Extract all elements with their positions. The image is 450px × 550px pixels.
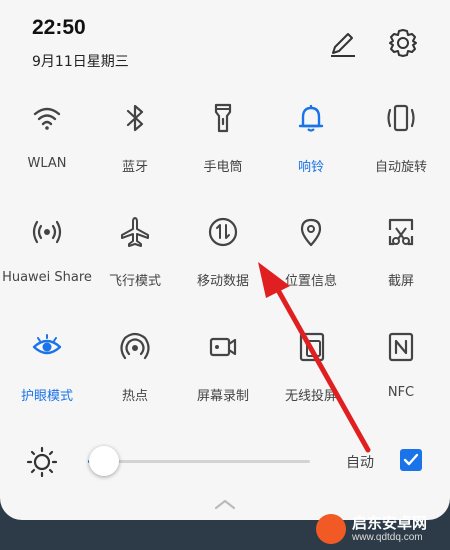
- bluetooth-icon: [115, 98, 155, 138]
- watermark-url: www.qdtdq.com: [352, 532, 423, 543]
- tile-hotspot[interactable]: 热点: [90, 325, 180, 417]
- brightness-slider-track[interactable]: [88, 460, 310, 463]
- tile-wireless-projection[interactable]: 无线投屏: [266, 325, 356, 417]
- clock-time: 22:50: [32, 16, 86, 39]
- tile-label: NFC: [387, 385, 415, 400]
- watermark-logo-icon: [316, 514, 346, 544]
- tile-huawei-share[interactable]: Huawei Share: [2, 210, 92, 302]
- eye-icon: [27, 327, 67, 367]
- screen-record-icon: [203, 327, 243, 367]
- bell-icon: [291, 98, 331, 138]
- tile-flashlight[interactable]: 手电筒: [178, 96, 268, 188]
- chevron-up-icon[interactable]: [212, 496, 238, 510]
- tile-eye-comfort[interactable]: 护眼模式: [2, 325, 92, 417]
- location-icon: [291, 212, 331, 252]
- auto-brightness-checkbox[interactable]: [400, 449, 422, 471]
- brightness-slider-thumb[interactable]: [88, 446, 119, 476]
- gear-icon[interactable]: [386, 26, 420, 60]
- mobile-data-icon: [203, 212, 243, 252]
- tile-wlan[interactable]: WLAN: [2, 96, 92, 188]
- auto-brightness-label: 自动: [346, 455, 374, 471]
- flashlight-icon: [203, 98, 243, 138]
- watermark-title: 启东安卓网: [352, 514, 428, 532]
- nfc-icon: [381, 327, 421, 367]
- tile-nfc[interactable]: NFC: [356, 325, 446, 417]
- pencil-icon[interactable]: [326, 26, 360, 60]
- wireless-projection-icon: [291, 327, 331, 367]
- tile-bluetooth[interactable]: 蓝牙: [90, 96, 180, 188]
- airplane-icon: [115, 212, 155, 252]
- tile-auto-rotate[interactable]: 自动旋转: [356, 96, 446, 188]
- tile-mobile-data[interactable]: 移动数据: [178, 210, 268, 302]
- tile-screen-record[interactable]: 屏幕录制: [178, 325, 268, 417]
- tile-label: 自动旋转: [374, 160, 427, 175]
- tile-screenshot[interactable]: 截屏: [356, 210, 446, 302]
- quick-settings-panel: 22:50 9月11日星期三 WLAN 蓝牙 手电筒 响铃 自动旋转 Huawe…: [0, 0, 450, 520]
- tile-ring[interactable]: 响铃: [266, 96, 356, 188]
- tile-location[interactable]: 位置信息: [266, 210, 356, 302]
- screenshot-icon: [381, 212, 421, 252]
- tile-label: 截屏: [387, 274, 414, 289]
- rotate-icon: [381, 98, 421, 138]
- hotspot-icon: [115, 327, 155, 367]
- tile-airplane[interactable]: 飞行模式: [90, 210, 180, 302]
- wifi-icon: [27, 98, 67, 138]
- huawei-share-icon: [27, 212, 67, 252]
- clock-date: 9月11日星期三: [32, 54, 129, 70]
- brightness-icon: [26, 446, 58, 478]
